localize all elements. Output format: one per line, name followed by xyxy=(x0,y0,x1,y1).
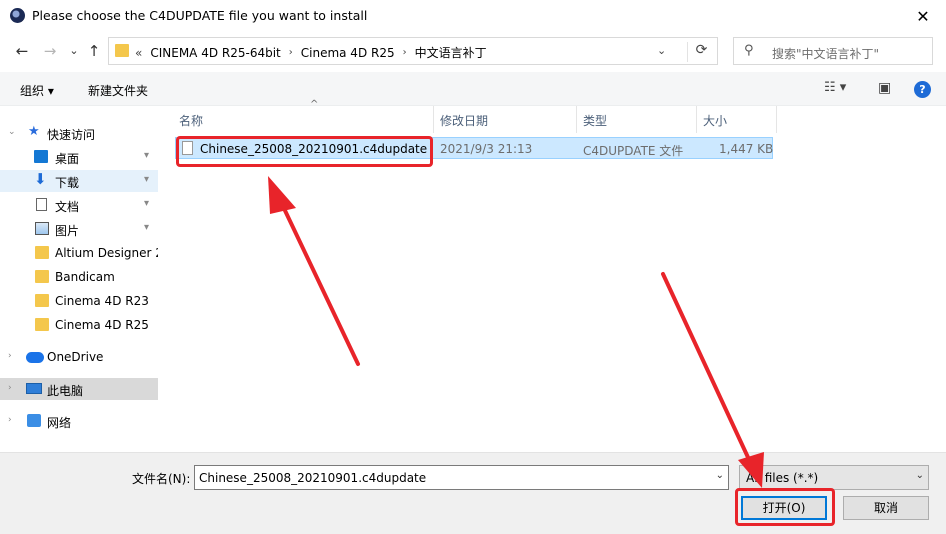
cancel-button[interactable]: 取消 xyxy=(843,496,929,520)
pin-icon: ▾ xyxy=(144,198,150,209)
navigation-pane: ⌄ ★ 快速访问 桌面 ▾ ⬇ 下载 ▾ 文档 ▾ 图片 ▾ Altium De… xyxy=(0,106,160,452)
sort-ascending-icon: ^ xyxy=(310,99,319,110)
sidebar-item-label: 网络 xyxy=(47,416,72,430)
filetype-value: All files (*.*) xyxy=(746,471,819,485)
recent-locations-chevron-icon[interactable]: ⌄ xyxy=(64,41,84,61)
file-date: 2021/9/3 21:13 xyxy=(440,142,533,156)
document-icon xyxy=(36,198,47,211)
column-header-type[interactable]: 类型 xyxy=(577,106,697,133)
sidebar-item-cinema4d-r23[interactable]: Cinema 4D R23 xyxy=(0,290,158,312)
forward-arrow-icon[interactable]: → xyxy=(40,41,60,61)
address-bar[interactable]: « CINEMA 4D R25-64bit › Cinema 4D R25 › … xyxy=(108,37,718,65)
breadcrumb-separator-icon[interactable]: › xyxy=(289,47,293,58)
sidebar-item-label: 桌面 xyxy=(55,152,80,166)
window-title: Please choose the C4DUPDATE file you wan… xyxy=(32,8,368,23)
sidebar-item-altium-designer[interactable]: Altium Designer 2 xyxy=(0,242,158,264)
dialog-footer: 文件名(N): Chinese_25008_20210901.c4dupdate… xyxy=(0,452,946,534)
sidebar-item-label: OneDrive xyxy=(47,350,104,364)
navigation-bar: ← → ⌄ ↑ « CINEMA 4D R25-64bit › Cinema 4… xyxy=(0,32,946,70)
sidebar-item-label: 快速访问 xyxy=(47,128,96,142)
sidebar-item-label: 下载 xyxy=(55,176,80,190)
folder-icon xyxy=(35,294,49,307)
pin-icon: ▾ xyxy=(144,174,150,185)
column-header-name[interactable]: 名称 ^ xyxy=(173,99,434,133)
sidebar-item-label: Cinema 4D R23 xyxy=(55,294,149,308)
column-header-date[interactable]: 修改日期 xyxy=(434,106,577,133)
network-icon xyxy=(27,414,41,427)
sidebar-item-label: Altium Designer 2 xyxy=(55,246,158,260)
pin-icon: ▾ xyxy=(144,150,150,161)
sidebar-item-quick-access[interactable]: ⌄ ★ 快速访问 xyxy=(0,122,158,144)
collapsed-chevron-icon[interactable]: › xyxy=(8,351,12,361)
collapsed-chevron-icon[interactable]: › xyxy=(8,383,12,393)
filetype-select[interactable]: All files (*.*) ⌄ xyxy=(739,465,929,490)
breadcrumb-item-cinema4d-r25-64bit[interactable]: CINEMA 4D R25-64bit xyxy=(150,46,280,60)
sidebar-item-bandicam[interactable]: Bandicam xyxy=(0,266,158,288)
close-button[interactable]: ✕ xyxy=(900,0,946,32)
sidebar-item-label: 文档 xyxy=(55,200,80,214)
pictures-icon xyxy=(35,222,49,235)
sidebar-item-downloads[interactable]: ⬇ 下载 ▾ xyxy=(0,170,158,192)
view-options-icon[interactable]: ☷ ▾ xyxy=(824,80,846,95)
address-dropdown-icon[interactable]: ⌄ xyxy=(657,44,666,57)
search-input[interactable]: ⚲ 搜索"中文语言补丁" xyxy=(733,37,933,65)
sidebar-item-label: 图片 xyxy=(55,224,80,238)
refresh-icon[interactable]: ⟳ xyxy=(687,42,715,62)
pin-icon: ▾ xyxy=(144,222,150,233)
sidebar-item-desktop[interactable]: 桌面 ▾ xyxy=(0,146,158,168)
organize-menu-button[interactable]: 组织 ▾ xyxy=(20,82,54,99)
file-size: 1,447 KB xyxy=(719,142,774,156)
new-folder-button[interactable]: 新建文件夹 xyxy=(88,82,148,99)
breadcrumb-item-chinese-patch[interactable]: 中文语言补丁 xyxy=(415,44,487,61)
star-icon: ★ xyxy=(28,124,40,139)
sidebar-item-onedrive[interactable]: › OneDrive xyxy=(0,346,158,368)
sidebar-item-this-pc[interactable]: › 此电脑 xyxy=(0,378,158,400)
column-header-label: 名称 xyxy=(179,114,204,128)
sidebar-item-network[interactable]: › 网络 xyxy=(0,410,158,432)
folder-icon xyxy=(35,318,49,331)
search-placeholder: 搜索"中文语言补丁" xyxy=(772,47,880,61)
sidebar-item-label: 此电脑 xyxy=(47,384,84,398)
desktop-icon xyxy=(34,150,48,163)
filename-input[interactable]: Chinese_25008_20210901.c4dupdate ⌄ xyxy=(194,465,729,490)
file-name: Chinese_25008_20210901.c4dupdate xyxy=(200,142,428,156)
title-bar: Please choose the C4DUPDATE file you wan… xyxy=(0,0,946,32)
sidebar-item-pictures[interactable]: 图片 ▾ xyxy=(0,218,158,240)
sidebar-item-label: Cinema 4D R25 xyxy=(55,318,149,332)
breadcrumb-separator-icon[interactable]: › xyxy=(403,47,407,58)
filename-value: Chinese_25008_20210901.c4dupdate xyxy=(199,471,427,485)
download-icon: ⬇ xyxy=(34,170,47,188)
file-list: 名称 ^ 修改日期 类型 大小 Chinese_25008_20210901.c… xyxy=(161,99,946,452)
file-type: C4DUPDATE 文件 xyxy=(583,144,684,158)
up-arrow-icon[interactable]: ↑ xyxy=(84,41,104,61)
onedrive-cloud-icon xyxy=(26,352,44,363)
folder-icon xyxy=(35,270,49,283)
column-header-size[interactable]: 大小 xyxy=(697,106,777,133)
breadcrumb: « CINEMA 4D R25-64bit › Cinema 4D R25 › … xyxy=(135,44,487,61)
sidebar-item-cinema4d-r25[interactable]: Cinema 4D R25 xyxy=(0,314,158,336)
open-button[interactable]: 打开(O) xyxy=(741,496,827,520)
back-arrow-icon[interactable]: ← xyxy=(12,41,32,61)
sidebar-item-documents[interactable]: 文档 ▾ xyxy=(0,194,158,216)
cinema4d-app-icon xyxy=(10,8,25,23)
chevron-down-icon[interactable]: ⌄ xyxy=(916,470,924,481)
chevron-down-icon[interactable]: ⌄ xyxy=(716,470,724,481)
folder-icon xyxy=(35,246,49,259)
breadcrumb-overflow-icon[interactable]: « xyxy=(135,46,142,60)
help-icon[interactable]: ? xyxy=(914,81,931,98)
preview-pane-icon[interactable]: ▣ xyxy=(878,80,891,96)
command-toolbar: 组织 ▾ 新建文件夹 ☷ ▾ ▣ ? xyxy=(0,72,946,106)
file-icon xyxy=(182,141,193,155)
folder-icon xyxy=(115,44,129,57)
expanded-chevron-icon[interactable]: ⌄ xyxy=(8,127,16,137)
filename-label: 文件名(N): xyxy=(132,472,191,486)
sidebar-item-label: Bandicam xyxy=(55,270,115,284)
table-row[interactable]: Chinese_25008_20210901.c4dupdate 2021/9/… xyxy=(175,137,773,159)
search-icon: ⚲ xyxy=(744,43,754,58)
collapsed-chevron-icon[interactable]: › xyxy=(8,415,12,425)
breadcrumb-item-cinema4d-r25[interactable]: Cinema 4D R25 xyxy=(301,46,395,60)
computer-icon xyxy=(26,383,42,394)
